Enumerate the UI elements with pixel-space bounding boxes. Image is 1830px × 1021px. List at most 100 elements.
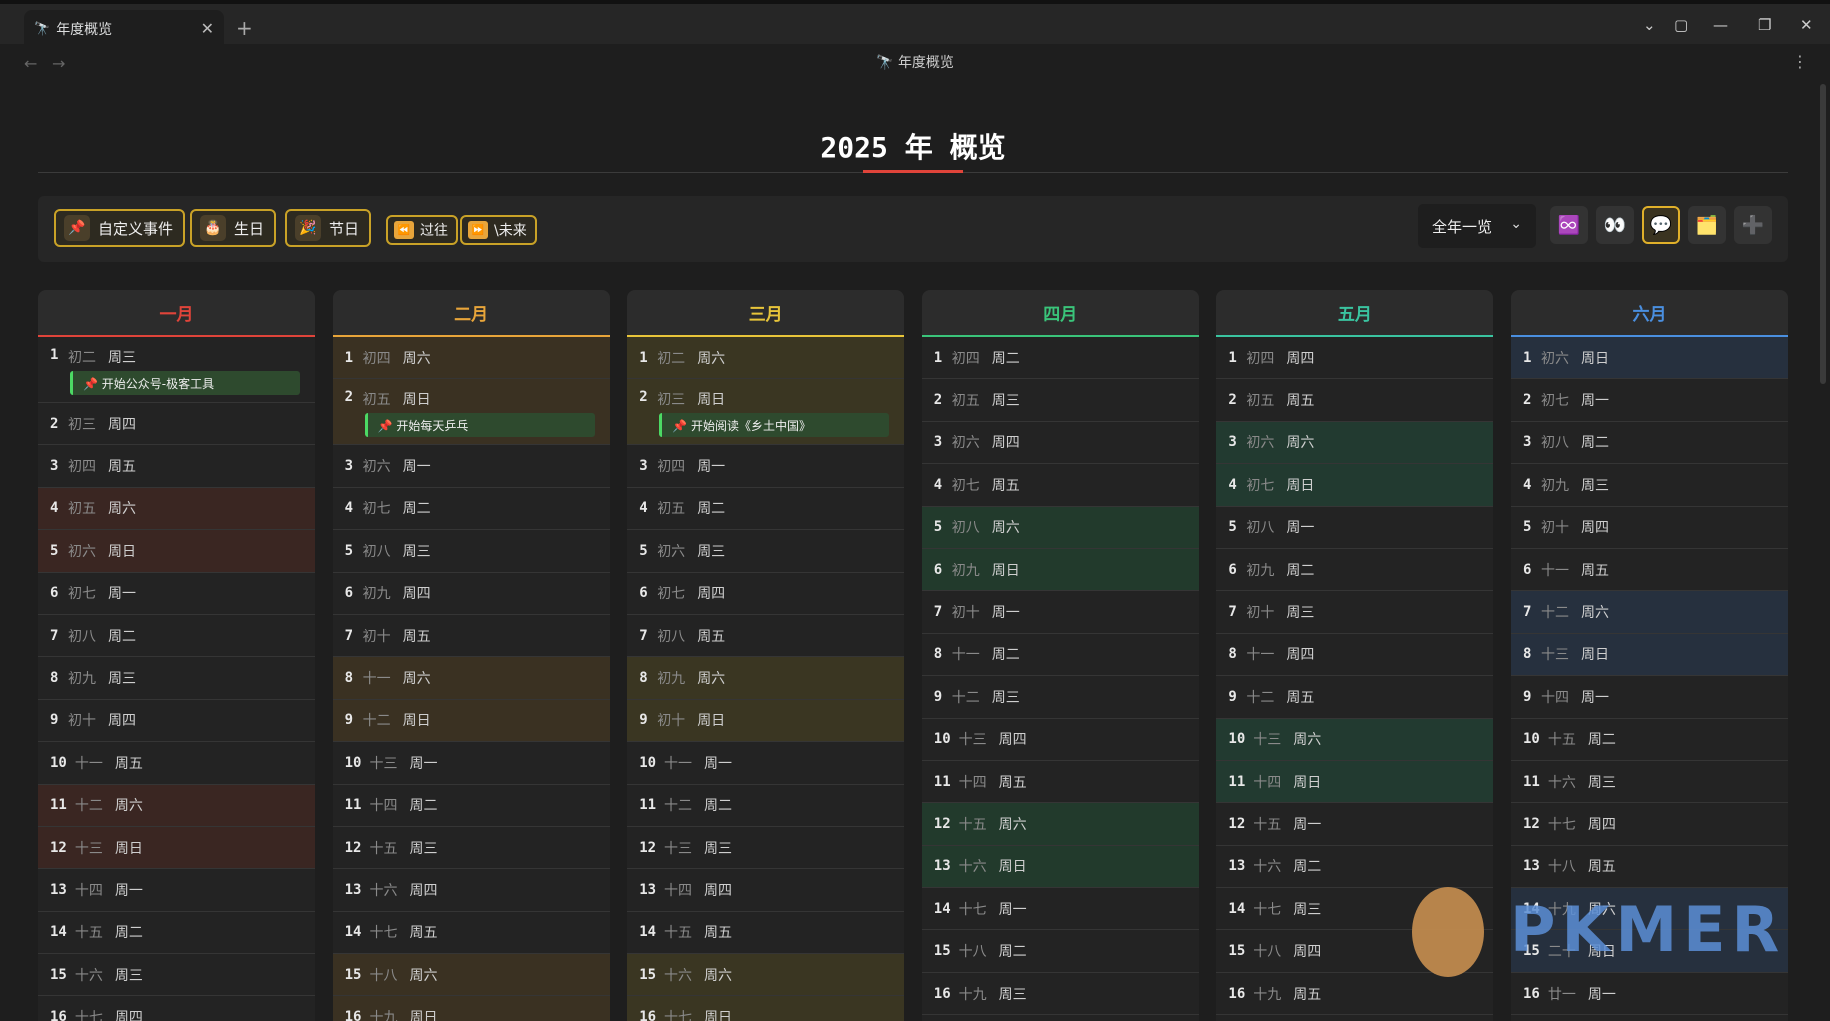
- day-row[interactable]: 10 十三 周六: [1216, 718, 1494, 761]
- day-row[interactable]: 8 十一 周六: [332, 657, 610, 700]
- day-row[interactable]: 6 初九 周日: [921, 548, 1199, 592]
- day-row[interactable]: 13 十四 周四: [627, 869, 905, 912]
- day-row[interactable]: 9 初十 周日: [627, 699, 905, 743]
- sidebar-toggle-icon[interactable]: ▢: [1674, 16, 1688, 34]
- day-row[interactable]: 15 二十 周日: [1511, 930, 1788, 973]
- day-row[interactable]: 3 初八 周二: [1511, 422, 1788, 465]
- day-row[interactable]: 10 十三 周一: [332, 742, 610, 785]
- day-row[interactable]: 3 初六 周四: [921, 422, 1199, 465]
- view-mode-select[interactable]: 全年一览 ⌄: [1418, 204, 1536, 248]
- folder-icon[interactable]: 🗂️: [1688, 206, 1726, 244]
- day-row[interactable]: 11 十四 周五: [921, 761, 1199, 804]
- day-row[interactable]: 3 初四 周五: [38, 445, 315, 488]
- day-row[interactable]: 13 十四 周一: [38, 869, 315, 912]
- add-icon[interactable]: ➕: [1734, 206, 1772, 244]
- day-row[interactable]: 10 十一 周一: [627, 742, 905, 785]
- day-row[interactable]: 11 十六 周三: [1511, 761, 1788, 804]
- day-row[interactable]: 6 初九 周四: [332, 573, 610, 615]
- day-row[interactable]: 8 初九 周三: [38, 657, 315, 700]
- day-row[interactable]: 8 十一 周四: [1216, 634, 1494, 677]
- scrollbar[interactable]: [1820, 84, 1826, 384]
- day-row[interactable]: 1 初六 周日: [1511, 337, 1788, 380]
- day-row[interactable]: 9 十二 周五: [1216, 676, 1494, 719]
- day-row[interactable]: 9 十四 周一: [1511, 676, 1788, 719]
- day-row[interactable]: 7 初十 周五: [332, 615, 610, 658]
- day-row[interactable]: 13 十六 周日: [921, 845, 1199, 889]
- day-row[interactable]: 3 初六 周一: [332, 445, 610, 488]
- day-row[interactable]: 4 初七 周二: [332, 488, 610, 531]
- day-row[interactable]: 15 十六 周三: [38, 954, 315, 997]
- past-button[interactable]: ⏪ 过往: [386, 215, 458, 245]
- day-row[interactable]: 6 初九 周二: [1216, 549, 1494, 592]
- day-row[interactable]: 8 十三 周日: [1511, 633, 1788, 677]
- day-row[interactable]: 1 初二 周六: [627, 337, 905, 380]
- day-row[interactable]: 12 十五 周一: [1216, 803, 1494, 846]
- day-row[interactable]: 5 初六 周三: [627, 530, 905, 573]
- event-tag[interactable]: 📌 开始每天乒乓: [364, 413, 595, 438]
- tab-annual-overview[interactable]: 🔭 年度概览 ✕: [24, 10, 224, 48]
- day-row[interactable]: 8 初九 周六: [627, 657, 905, 700]
- day-row[interactable]: 4 初九 周三: [1511, 464, 1788, 507]
- day-row[interactable]: 15 十八 周四: [1216, 930, 1494, 973]
- day-row[interactable]: 10 十三 周四: [921, 719, 1199, 761]
- day-row[interactable]: 14 十七 周一: [921, 888, 1199, 931]
- day-row[interactable]: 15 十八 周六: [332, 954, 610, 997]
- day-row[interactable]: 12 十三 周三: [627, 827, 905, 870]
- day-row[interactable]: 3 初六 周六: [1216, 421, 1494, 465]
- day-row[interactable]: 12 十七 周四: [1511, 803, 1788, 846]
- day-row[interactable]: 10 十五 周二: [1511, 719, 1788, 761]
- day-row[interactable]: 5 初八 周三: [332, 530, 610, 573]
- day-row[interactable]: 2 初七 周一: [1511, 379, 1788, 422]
- restore-icon[interactable]: ❐: [1758, 16, 1771, 34]
- day-row[interactable]: 5 初八 周六: [921, 506, 1199, 549]
- day-row[interactable]: 11 十二 周二: [627, 785, 905, 827]
- day-row[interactable]: 7 初八 周五: [627, 615, 905, 658]
- day-row[interactable]: 5 初八 周一: [1216, 507, 1494, 549]
- day-row[interactable]: 4 初五 周二: [627, 488, 905, 531]
- day-row[interactable]: 12 十五 周六: [921, 803, 1199, 846]
- day-row[interactable]: 13 十八 周五: [1511, 846, 1788, 889]
- day-row[interactable]: 7 初十 周三: [1216, 591, 1494, 634]
- more-options-icon[interactable]: ⋮: [1792, 52, 1808, 71]
- day-row[interactable]: 11 十四 周日: [1216, 760, 1494, 804]
- day-row[interactable]: 2 初五 周三: [921, 379, 1199, 422]
- day-row[interactable]: 1 初四 周四: [1216, 337, 1494, 380]
- day-row[interactable]: 14 十九 周六: [1511, 888, 1788, 931]
- day-row[interactable]: 14 十五 周五: [627, 912, 905, 955]
- day-row[interactable]: 9 初十 周四: [38, 700, 315, 743]
- day-row[interactable]: 16 廿一 周一: [1511, 973, 1788, 1016]
- day-row[interactable]: 10 十一 周五: [38, 742, 315, 785]
- day-row[interactable]: 7 十二 周六: [1511, 591, 1788, 634]
- day-row[interactable]: 13 十六 周四: [332, 869, 610, 912]
- day-row[interactable]: 6 初七 周四: [627, 573, 905, 615]
- eyes-icon[interactable]: 👀: [1596, 206, 1634, 244]
- day-row[interactable]: 1 初四 周二: [921, 337, 1199, 380]
- day-row[interactable]: 14 十五 周二: [38, 912, 315, 955]
- day-row[interactable]: 15 十六 周六: [627, 954, 905, 997]
- speech-bubble-icon[interactable]: 💬: [1642, 206, 1680, 244]
- day-row[interactable]: 8 十一 周二: [921, 634, 1199, 677]
- day-row[interactable]: 9 十二 周日: [332, 699, 610, 743]
- day-row[interactable]: 7 初十 周一: [921, 591, 1199, 634]
- day-row[interactable]: 6 十一 周五: [1511, 549, 1788, 592]
- new-tab-button[interactable]: +: [236, 16, 253, 40]
- day-row[interactable]: 2 初三 周日 📌 开始阅读《乡土中国》: [627, 379, 905, 446]
- day-row[interactable]: 16 十七 周四: [38, 996, 315, 1021]
- day-row[interactable]: 1 初二 周三 📌 开始公众号-极客工具: [38, 337, 315, 403]
- day-row[interactable]: 5 初十 周四: [1511, 507, 1788, 549]
- day-row[interactable]: 9 十二 周三: [921, 676, 1199, 719]
- day-row[interactable]: 12 十五 周三: [332, 827, 610, 870]
- day-row[interactable]: 7 初八 周二: [38, 615, 315, 658]
- infinity-icon[interactable]: ♾️: [1550, 206, 1588, 244]
- event-tag[interactable]: 📌 开始阅读《乡土中国》: [659, 413, 890, 438]
- day-row[interactable]: 5 初六 周日: [38, 530, 315, 573]
- minimize-icon[interactable]: —: [1713, 16, 1728, 34]
- day-row[interactable]: 4 初五 周六: [38, 487, 315, 531]
- day-row[interactable]: 14 十七 周五: [332, 912, 610, 955]
- holiday-button[interactable]: 🎉 节日: [285, 209, 372, 247]
- day-row[interactable]: 13 十六 周二: [1216, 846, 1494, 889]
- day-row[interactable]: 16 十九 周三: [921, 973, 1199, 1016]
- day-row[interactable]: 2 初五 周五: [1216, 379, 1494, 422]
- day-row[interactable]: 12 十三 周日: [38, 826, 315, 870]
- close-tab-icon[interactable]: ✕: [201, 19, 214, 38]
